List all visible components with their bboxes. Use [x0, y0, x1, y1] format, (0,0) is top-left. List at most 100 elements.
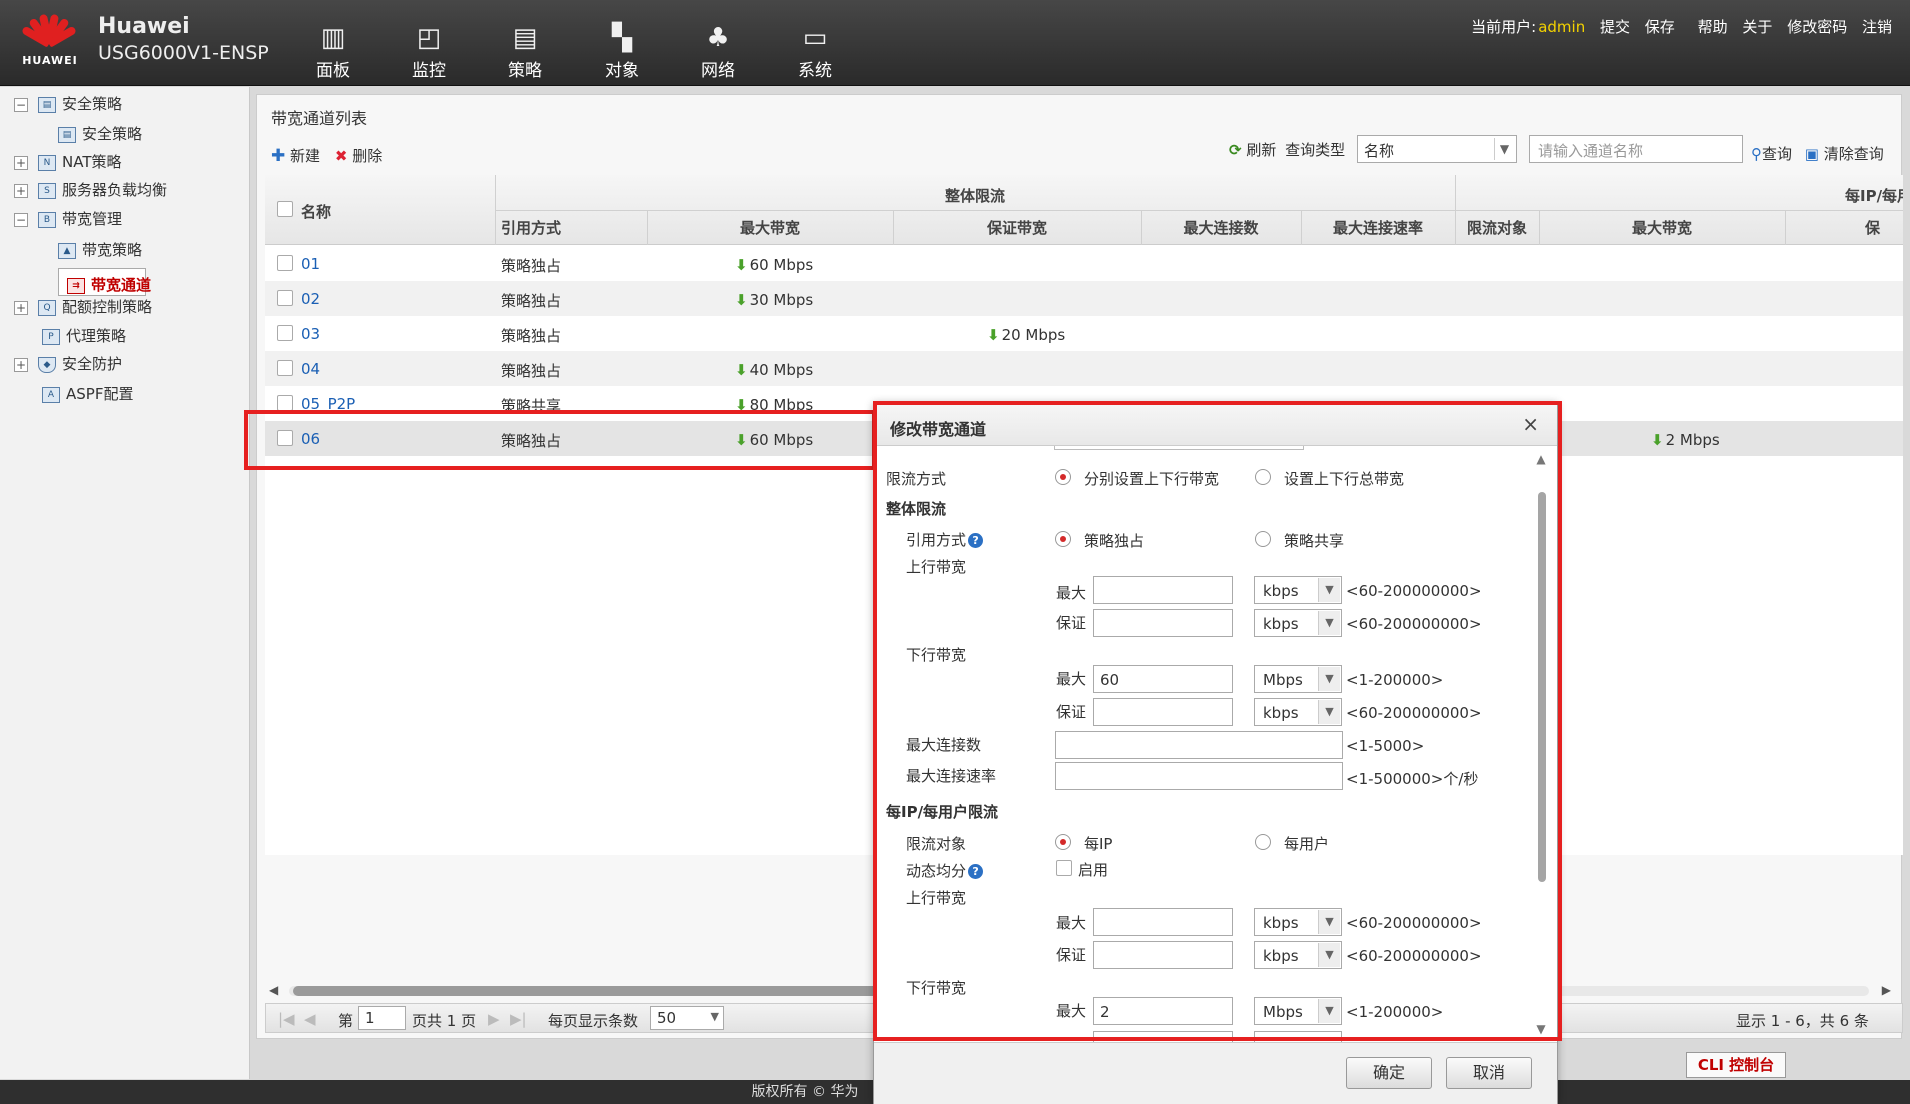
nav-network[interactable]: ♣ 网络: [683, 24, 753, 81]
chevron-down-icon: ▼: [710, 1010, 719, 1023]
sidebar-item-bandwidth-mgmt[interactable]: − B 带宽管理: [14, 208, 122, 229]
channel-name-link[interactable]: 01: [301, 255, 320, 273]
expand-icon[interactable]: +: [14, 357, 28, 372]
nav-dashboard[interactable]: ▥ 面板: [298, 24, 368, 81]
expand-icon[interactable]: +: [14, 183, 28, 198]
save-link[interactable]: 保存: [1645, 18, 1675, 36]
sidebar-item-security-policy[interactable]: ▤ 安全策略: [58, 123, 142, 144]
page-number-input[interactable]: 1: [358, 1006, 406, 1030]
logout-link[interactable]: 注销: [1862, 18, 1892, 36]
cancel-button[interactable]: 取消: [1446, 1057, 1532, 1089]
row-checkbox[interactable]: [277, 290, 293, 306]
col-max-rate[interactable]: 最大连接速率: [1301, 217, 1455, 238]
nav-policy[interactable]: ▤ 策略: [490, 24, 560, 81]
nav-system[interactable]: ▭ 系统: [780, 24, 850, 81]
channel-name-search-input[interactable]: 请输入通道名称: [1529, 135, 1743, 163]
max-bw-cell: ⬇ 40 Mbps: [735, 361, 814, 379]
clear-icon: ▣: [1804, 145, 1819, 163]
row-checkbox[interactable]: [277, 255, 293, 271]
change-password-link[interactable]: 修改密码: [1787, 18, 1847, 36]
system-icon: ▭: [802, 23, 828, 53]
ref-mode-cell: 策略独占: [501, 362, 562, 380]
submit-link[interactable]: 提交: [1600, 18, 1630, 36]
ref-mode-cell: 策略独占: [501, 257, 562, 275]
sidebar-item-proxy-policy[interactable]: P 代理策略: [42, 325, 126, 346]
server-icon: S: [38, 182, 56, 199]
table-row[interactable]: 03 策略独占 ⬇ 20 Mbps: [265, 316, 1903, 351]
row-checkbox[interactable]: [277, 360, 293, 376]
col-max-bw[interactable]: 最大带宽: [647, 217, 893, 238]
top-bar: HUAWEI Huawei USG6000V1-ENSP ▥ 面板 ◰ 监控 ▤…: [0, 0, 1910, 86]
aspf-icon: A: [42, 386, 60, 403]
channel-name-link[interactable]: 02: [301, 290, 320, 308]
table-row[interactable]: 01 策略独占 ⬇ 60 Mbps: [265, 246, 1903, 281]
ref-mode-cell: 策略独占: [501, 292, 562, 310]
channel-name-link[interactable]: 04: [301, 360, 320, 378]
row-checkbox[interactable]: [277, 395, 293, 411]
help-link[interactable]: 帮助: [1698, 18, 1728, 36]
sidebar-item-slb[interactable]: + S 服务器负载均衡: [14, 179, 167, 200]
prev-page-icon[interactable]: ◀: [304, 1010, 316, 1028]
page-title: 带宽通道列表: [271, 109, 368, 128]
page-size-select[interactable]: 50 ▼: [650, 1006, 724, 1030]
expand-icon[interactable]: +: [14, 155, 28, 170]
col-max-conn[interactable]: 最大连接数: [1141, 217, 1301, 238]
guar-bw-cell: ⬇ 20 Mbps: [987, 326, 1066, 344]
down-arrow-icon: ⬇: [1651, 431, 1664, 449]
col-target[interactable]: 限流对象: [1455, 217, 1539, 238]
list-toolbar: ✚ 新建 ✖ 删除: [271, 145, 392, 166]
next-page-icon[interactable]: ▶: [488, 1010, 500, 1028]
object-icon: ▚: [612, 23, 632, 53]
scroll-left-icon[interactable]: ◀: [269, 983, 278, 997]
sidebar-item-security-policy-group[interactable]: − ▤ 安全策略: [14, 93, 122, 114]
chevron-down-icon: ▼: [1494, 138, 1514, 160]
dialog-footer: 确定 取消: [874, 1042, 1557, 1104]
table-row[interactable]: 02 策略独占 ⬇ 30 Mbps: [265, 281, 1903, 316]
about-link[interactable]: 关于: [1742, 18, 1772, 36]
search-button[interactable]: ⚲查询: [1751, 145, 1792, 163]
sidebar-item-quota-policy[interactable]: + Q 配额控制策略: [14, 296, 152, 317]
down-arrow-icon: ⬇: [987, 326, 1000, 344]
huawei-logo: HUAWEI: [18, 10, 78, 74]
clear-query-button[interactable]: ▣ 清除查询: [1805, 145, 1884, 163]
policy-icon: ▤: [38, 96, 56, 113]
collapse-icon[interactable]: −: [14, 97, 28, 112]
col-per-guar[interactable]: 保: [1865, 217, 1880, 238]
collapse-icon[interactable]: −: [14, 212, 28, 227]
query-type-select[interactable]: 名称 ▼: [1357, 135, 1517, 163]
bandwidth-policy-icon: ▲: [58, 242, 76, 259]
refresh-button[interactable]: ⟳ 刷新: [1229, 141, 1276, 159]
delete-button[interactable]: ✖ 删除: [335, 145, 382, 166]
table-row[interactable]: 04 策略独占 ⬇ 40 Mbps: [265, 351, 1903, 386]
policy-icon: ▤: [512, 23, 538, 53]
select-all-checkbox[interactable]: [277, 201, 293, 217]
row-checkbox[interactable]: [277, 325, 293, 341]
nav-monitor[interactable]: ◰ 监控: [394, 24, 464, 81]
col-ref-mode[interactable]: 引用方式: [501, 217, 561, 238]
ref-mode-cell: 策略独占: [501, 327, 562, 345]
sidebar-item-bandwidth-channel[interactable]: ⇉ 带宽通道: [58, 268, 151, 296]
highlight-row-06: [244, 410, 876, 470]
sidebar-item-aspf[interactable]: A ASPF配置: [42, 383, 133, 404]
first-page-icon[interactable]: |◀: [278, 1010, 295, 1028]
max-bw-cell: ⬇ 30 Mbps: [735, 291, 814, 309]
last-page-icon[interactable]: ▶|: [510, 1010, 527, 1028]
per-max-bw-cell: ⬇ 2 Mbps: [1651, 431, 1720, 449]
sidebar-item-security-protection[interactable]: + ◆ 安全防护: [14, 353, 122, 374]
sidebar-item-bandwidth-policy[interactable]: ▲ 带宽策略: [58, 239, 142, 260]
new-button[interactable]: ✚ 新建: [271, 145, 320, 166]
col-per-max-bw[interactable]: 最大带宽: [1539, 217, 1785, 238]
channel-name-link[interactable]: 03: [301, 325, 320, 343]
scroll-right-icon[interactable]: ▶: [1882, 983, 1891, 997]
cli-console-button[interactable]: CLI 控制台: [1686, 1052, 1786, 1078]
col-name[interactable]: 名称: [301, 201, 331, 222]
col-guar-bw[interactable]: 保证带宽: [893, 217, 1141, 238]
nat-icon: N: [38, 154, 56, 171]
nav-object[interactable]: ▚ 对象: [587, 24, 657, 81]
sidebar-item-nat-policy[interactable]: + N NAT策略: [14, 151, 121, 172]
delete-icon: ✖: [334, 147, 348, 165]
ok-button[interactable]: 确定: [1346, 1057, 1432, 1089]
shield-icon: ◆: [38, 356, 56, 373]
network-icon: ♣: [706, 23, 730, 53]
expand-icon[interactable]: +: [14, 300, 28, 315]
